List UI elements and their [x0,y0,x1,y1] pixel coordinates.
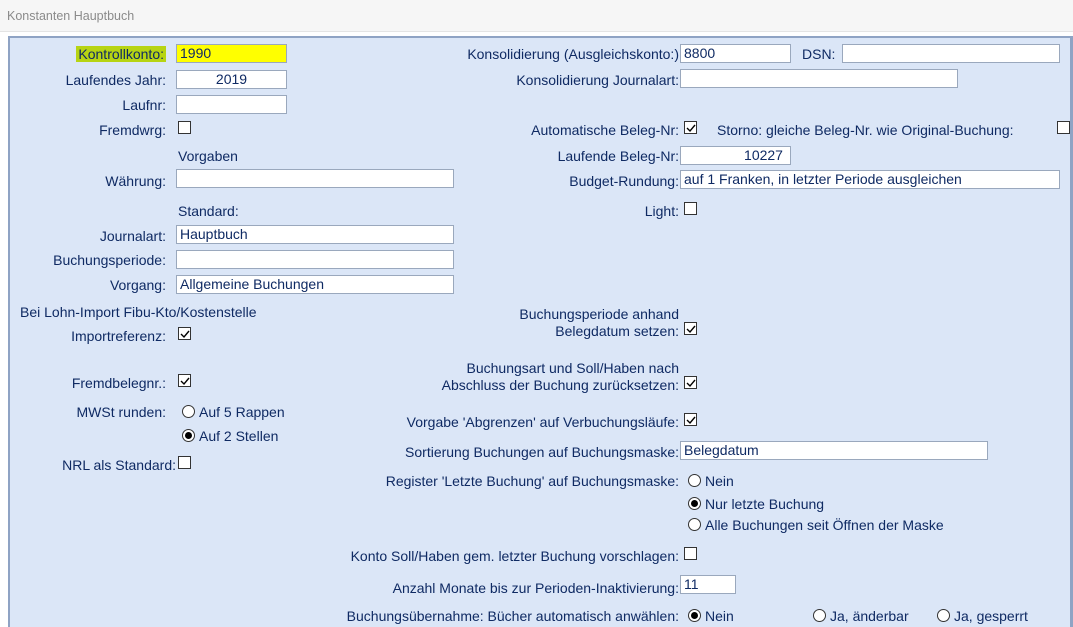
checkmark-icon [686,416,696,425]
konsolidierung-ausgleich-field[interactable]: 8800 [680,44,791,63]
register-option-nein: Nein [705,473,734,489]
buchungsuebernahme-option-nein: Nein [705,608,734,624]
sortierung-field[interactable]: Belegdatum [680,441,988,460]
konsolidierung-journalart-label: Konsolidierung Journalart: [516,72,679,88]
vorgang-label: Vorgang: [109,277,166,293]
mwst-radio-2-stellen[interactable] [182,429,195,442]
auto-beleg-nr-label: Automatische Beleg-Nr: [531,122,679,138]
laufnr-label: Laufnr: [122,97,166,113]
register-letzte-label: Register 'Letzte Buchung' auf Buchungsma… [385,473,679,489]
kontrollkonto-label: Kontrollkonto: [76,46,166,62]
buchungsperiode-belegdatum-label-line1: Buchungsperiode anhand [519,306,679,322]
buchungsuebernahme-radio-gesperrt[interactable] [937,609,950,622]
importreferenz-label: Importreferenz: [71,328,166,344]
checkmark-icon [686,379,696,388]
register-option-nur-letzte: Nur letzte Buchung [705,496,825,512]
buchungsuebernahme-label: Buchungsübernahme: Bücher automatisch an… [346,608,679,624]
importreferenz-checkbox[interactable] [178,327,191,340]
storno-checkbox[interactable] [1057,121,1070,134]
auto-beleg-nr-checkbox[interactable] [684,121,697,134]
buchungsperiode-label: Buchungsperiode: [53,252,166,268]
checkmark-icon [180,330,190,339]
laufende-beleg-nr-label: Laufende Beleg-Nr: [557,148,679,164]
buchungsperiode-field[interactable] [176,250,454,269]
fremdbelegnr-checkbox[interactable] [178,374,191,387]
vorgang-field[interactable]: Allgemeine Buchungen [176,275,454,294]
konsolidierung-ausgleich-label: Konsolidierung (Ausgleichskonto:) [467,46,679,62]
buchungsuebernahme-radio-aenderbar[interactable] [813,609,826,622]
buchungsart-reset-label-line1: Buchungsart und Soll/Haben nach [466,360,679,376]
mwst-radio-5-rappen[interactable] [182,405,195,418]
fremdwrg-checkbox[interactable] [178,121,191,134]
buchungsperiode-belegdatum-label-line2: Belegdatum setzen: [555,323,679,339]
fremdbelegnr-label: Fremdbelegnr.: [71,375,166,391]
buchungsuebernahme-radio-nein[interactable] [688,609,701,622]
fremdwrg-label: Fremdwrg: [99,122,166,138]
konto-soll-haben-label: Konto Soll/Haben gem. letzter Buchung vo… [350,548,679,564]
sortierung-label: Sortierung Buchungen auf Buchungsmaske: [405,444,679,460]
buchungsart-reset-checkbox[interactable] [684,376,697,389]
mwst-option-2-stellen: Auf 2 Stellen [199,428,279,444]
light-label: Light: [644,203,679,219]
checkmark-icon [686,124,696,133]
laufnr-field[interactable] [176,95,287,114]
storno-label: Storno: gleiche Beleg-Nr. wie Original-B… [717,122,1014,138]
konsolidierung-journalart-field[interactable] [680,69,958,88]
dsn-label: DSN: [802,46,836,62]
buchungsart-reset-label-line2: Abschluss der Buchung zurücksetzen: [441,377,679,393]
kontrollkonto-field[interactable]: 1990 [176,44,287,63]
standard-heading: Standard: [178,203,239,219]
laufendes-jahr-field[interactable]: 2019 [176,70,287,89]
waehrung-label: Währung: [105,173,166,189]
window-title: Konstanten Hauptbuch [7,9,135,23]
konto-soll-haben-checkbox[interactable] [684,547,697,560]
nrl-checkbox[interactable] [178,456,191,469]
vorgabe-abgrenzen-label: Vorgabe 'Abgrenzen' auf Verbuchungsläufe… [406,414,679,430]
anzahl-monate-label: Anzahl Monate bis zur Perioden-Inaktivie… [392,580,679,596]
nrl-label: NRL als Standard: [62,457,176,473]
dsn-field[interactable] [842,44,1060,63]
buchungsuebernahme-option-aenderbar: Ja, änderbar [830,608,909,624]
vorgabe-abgrenzen-checkbox[interactable] [684,413,697,426]
register-option-alle: Alle Buchungen seit Öffnen der Maske [705,517,944,533]
anzahl-monate-field[interactable]: 11 [680,575,736,594]
buchungsperiode-belegdatum-checkbox[interactable] [684,322,697,335]
journalart-field[interactable]: Hauptbuch [176,225,454,244]
buchungsuebernahme-option-gesperrt: Ja, gesperrt [954,608,1028,624]
register-radio-alle[interactable] [688,518,701,531]
checkmark-icon [686,325,696,334]
mwst-label: MWSt runden: [76,404,166,420]
register-radio-nein[interactable] [688,474,701,487]
journalart-label: Journalart: [99,228,166,244]
budget-rundung-field[interactable]: auf 1 Franken, in letzter Periode ausgle… [680,170,1060,189]
register-radio-nur-letzte[interactable] [688,497,701,510]
budget-rundung-label: Budget-Rundung: [569,173,679,189]
laufende-beleg-nr-field[interactable]: 10227 [680,146,791,165]
checkmark-icon [180,377,190,386]
light-checkbox[interactable] [684,202,697,215]
window-titlebar: Konstanten Hauptbuch [0,0,1073,32]
vorgaben-heading: Vorgaben [178,148,238,164]
laufendes-jahr-label: Laufendes Jahr: [65,72,166,88]
lohn-import-heading: Bei Lohn-Import Fibu-Kto/Kostenstelle [20,304,257,320]
waehrung-field[interactable] [176,169,454,188]
mwst-option-5-rappen: Auf 5 Rappen [199,404,285,420]
